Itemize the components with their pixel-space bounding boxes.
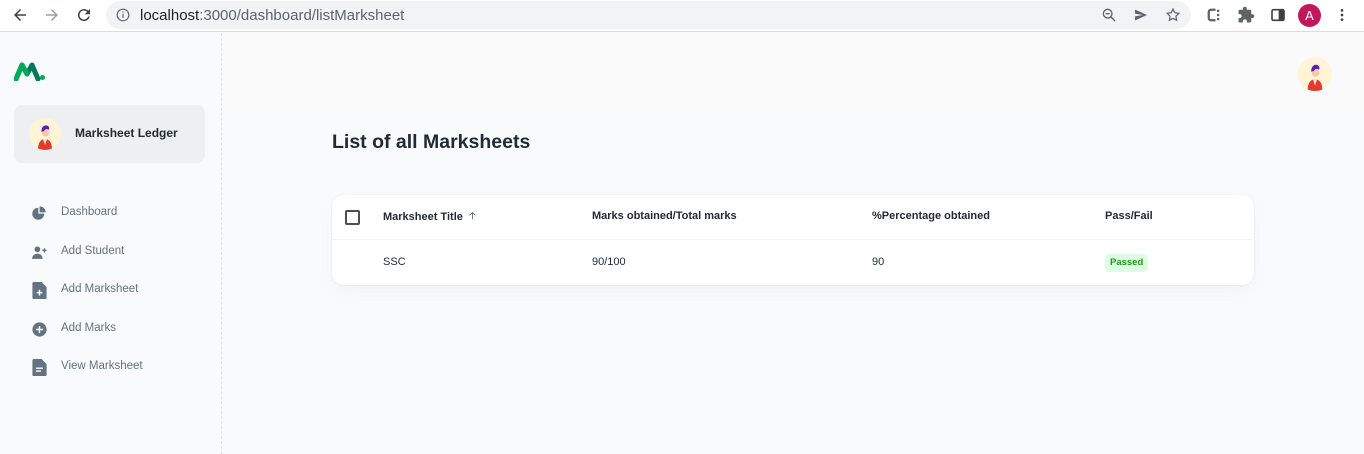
column-header-marks[interactable]: Marks obtained/Total marks — [592, 210, 737, 222]
cell-title: SSC — [383, 256, 406, 268]
table-row[interactable]: SSC 90/100 90 Passed — [332, 240, 1254, 285]
sidebar-item-label: Add Marks — [61, 322, 116, 334]
zoom-icon[interactable] — [1100, 6, 1118, 24]
sidebar-item-dashboard[interactable]: Dashboard — [14, 195, 205, 231]
pie-chart-icon — [30, 204, 48, 222]
bookmark-star-icon[interactable] — [1164, 6, 1182, 24]
reload-icon[interactable] — [72, 4, 96, 26]
column-header-pass-fail[interactable]: Pass/Fail — [1105, 210, 1153, 222]
sidebar-item-label: Add Student — [61, 245, 125, 257]
sidebar-item-add-marks[interactable]: Add Marks — [14, 311, 205, 347]
sidebar-item-label: Add Marksheet — [61, 283, 139, 295]
browser-menu-icon[interactable] — [1332, 5, 1352, 25]
sidebar-item-view-marksheet[interactable]: View Marksheet — [14, 349, 205, 385]
site-info-icon[interactable] — [114, 6, 132, 24]
address-bar[interactable]: localhost:3000/dashboard/listMarksheet — [106, 1, 1191, 29]
account-avatar — [29, 118, 61, 150]
sort-arrow-up-icon[interactable] — [467, 210, 478, 224]
cell-marks: 90/100 — [592, 256, 626, 268]
column-header-title[interactable]: Marksheet Title — [383, 210, 478, 224]
status-badge: Passed — [1105, 254, 1149, 272]
plus-circle-icon — [30, 320, 48, 338]
header-account-avatar[interactable] — [1298, 57, 1332, 91]
file-add-icon — [30, 281, 48, 299]
sidebar-item-add-marksheet[interactable]: Add Marksheet — [14, 272, 205, 308]
sidebar-item-label: Dashboard — [61, 206, 118, 218]
browser-toolbar: localhost:3000/dashboard/listMarksheet A — [0, 0, 1364, 32]
browser-profile-avatar[interactable]: A — [1298, 4, 1321, 27]
column-header-percentage[interactable]: %Percentage obtained — [872, 210, 990, 222]
sidebar-item-add-student[interactable]: Add Student — [14, 234, 205, 270]
side-panel-icon[interactable] — [1268, 5, 1288, 25]
column-header-label: Marksheet Title — [383, 210, 463, 223]
url-path: :3000/dashboard/listMarksheet — [199, 7, 405, 24]
send-icon[interactable] — [1132, 6, 1150, 24]
logo-icon[interactable] — [13, 61, 46, 86]
page-title: List of all Marksheets — [332, 131, 531, 153]
account-card[interactable]: Marksheet Ledger — [14, 105, 205, 163]
account-name: Marksheet Ledger — [75, 126, 178, 140]
file-text-icon — [30, 358, 48, 376]
marksheet-table: Marksheet Title Marks obtained/Total mar… — [332, 195, 1254, 285]
url-text: localhost:3000/dashboard/listMarksheet — [140, 7, 404, 24]
person-add-icon — [30, 243, 48, 261]
cell-percentage: 90 — [872, 256, 885, 268]
url-host: localhost — [140, 7, 200, 24]
forward-icon[interactable] — [40, 4, 64, 26]
sidebar-item-label: View Marksheet — [61, 360, 143, 372]
select-all-checkbox[interactable] — [345, 210, 360, 225]
top-header — [222, 33, 1364, 107]
extension-c-icon[interactable] — [1204, 5, 1224, 25]
sidebar: Marksheet Ledger Dashboard Add Student A… — [0, 33, 222, 454]
back-icon[interactable] — [8, 4, 32, 26]
table-header-row: Marksheet Title Marks obtained/Total mar… — [332, 195, 1254, 240]
extensions-puzzle-icon[interactable] — [1236, 5, 1256, 25]
